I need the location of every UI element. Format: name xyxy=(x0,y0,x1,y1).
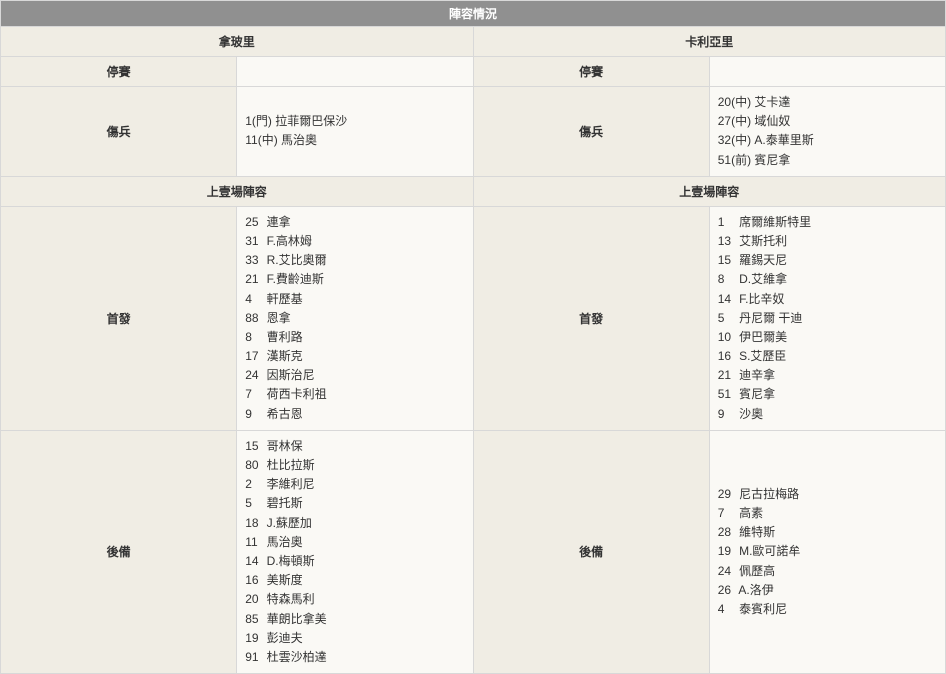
player-line: 20 特森馬利 xyxy=(245,590,464,609)
table-title: 陣容情況 xyxy=(1,1,946,27)
suspended-row: 停賽 停賽 xyxy=(1,57,946,87)
player-line: 5 丹尼爾 干迪 xyxy=(718,309,937,328)
label-starting-left: 首發 xyxy=(1,206,237,430)
player-line: 32(中) A.泰華里斯 xyxy=(718,131,937,150)
player-line: 4 軒歷基 xyxy=(245,290,464,309)
player-line: 1 席爾維斯特里 xyxy=(718,213,937,232)
player-line: 85 華朗比拿美 xyxy=(245,610,464,629)
player-line: 4 泰賓利尼 xyxy=(718,600,937,619)
label-injured-left: 傷兵 xyxy=(1,87,237,177)
last-lineup-left: 上壹場陣容 xyxy=(1,176,474,206)
player-line: 31 F.高林姆 xyxy=(245,232,464,251)
player-line: 7 高素 xyxy=(718,504,937,523)
player-line: 5 碧托斯 xyxy=(245,494,464,513)
player-line: 24 佩歷高 xyxy=(718,562,937,581)
last-lineup-right: 上壹場陣容 xyxy=(473,176,946,206)
label-subs-right: 後備 xyxy=(473,430,709,673)
player-line: 11 馬治奧 xyxy=(245,533,464,552)
player-line: 25 連拿 xyxy=(245,213,464,232)
player-line: 1(門) 拉菲爾巴保沙 xyxy=(245,112,464,131)
starting-left: 25 連拿31 F.高林姆33 R.艾比奧爾21 F.費齡迪斯4 軒歷基88 恩… xyxy=(237,206,473,430)
player-line: 7 荷西卡利祖 xyxy=(245,385,464,404)
lineup-table: 陣容情況 拿玻里 卡利亞里 停賽 停賽 傷兵 1(門) 拉菲爾巴保沙11(中) … xyxy=(0,0,946,674)
player-line: 80 杜比拉斯 xyxy=(245,456,464,475)
player-line: 91 杜雲沙柏達 xyxy=(245,648,464,667)
player-line: 14 F.比辛奴 xyxy=(718,290,937,309)
player-line: 33 R.艾比奧爾 xyxy=(245,251,464,270)
label-starting-right: 首發 xyxy=(473,206,709,430)
label-suspended-right: 停賽 xyxy=(473,57,709,87)
subs-right: 29 尼古拉梅路7 高素28 維特斯19 M.歐可諾牟24 佩歷高26 A.洛伊… xyxy=(709,430,945,673)
player-line: 21 F.費齡迪斯 xyxy=(245,270,464,289)
player-line: 13 艾斯托利 xyxy=(718,232,937,251)
team-right-name: 卡利亞里 xyxy=(473,27,946,57)
player-line: 26 A.洛伊 xyxy=(718,581,937,600)
team-left-name: 拿玻里 xyxy=(1,27,474,57)
starting-right: 1 席爾維斯特里13 艾斯托利15 羅錫天尼8 D.艾維拿14 F.比辛奴5 丹… xyxy=(709,206,945,430)
player-line: 20(中) 艾卡達 xyxy=(718,93,937,112)
label-suspended-left: 停賽 xyxy=(1,57,237,87)
player-line: 19 M.歐可諾牟 xyxy=(718,542,937,561)
player-line: 19 彭迪夫 xyxy=(245,629,464,648)
starting-row: 首發 25 連拿31 F.高林姆33 R.艾比奧爾21 F.費齡迪斯4 軒歷基8… xyxy=(1,206,946,430)
title-row: 陣容情況 xyxy=(1,1,946,27)
player-line: 2 李維利尼 xyxy=(245,475,464,494)
player-line: 9 沙奧 xyxy=(718,405,937,424)
label-injured-right: 傷兵 xyxy=(473,87,709,177)
player-line: 9 希古恩 xyxy=(245,405,464,424)
player-line: 29 尼古拉梅路 xyxy=(718,485,937,504)
player-line: 27(中) 域仙奴 xyxy=(718,112,937,131)
teams-row: 拿玻里 卡利亞里 xyxy=(1,27,946,57)
injured-row: 傷兵 1(門) 拉菲爾巴保沙11(中) 馬治奧 傷兵 20(中) 艾卡達27(中… xyxy=(1,87,946,177)
player-line: 15 哥林保 xyxy=(245,437,464,456)
last-lineup-row: 上壹場陣容 上壹場陣容 xyxy=(1,176,946,206)
subs-left: 15 哥林保80 杜比拉斯2 李維利尼5 碧托斯18 J.蘇歷加11 馬治奧14… xyxy=(237,430,473,673)
player-line: 51 賓尼拿 xyxy=(718,385,937,404)
player-line: 16 美斯度 xyxy=(245,571,464,590)
player-line: 15 羅錫天尼 xyxy=(718,251,937,270)
injured-left: 1(門) 拉菲爾巴保沙11(中) 馬治奧 xyxy=(237,87,473,177)
label-subs-left: 後備 xyxy=(1,430,237,673)
player-line: 14 D.梅頓斯 xyxy=(245,552,464,571)
player-line: 8 D.艾維拿 xyxy=(718,270,937,289)
player-line: 88 恩拿 xyxy=(245,309,464,328)
player-line: 51(前) 賓尼拿 xyxy=(718,151,937,170)
subs-row: 後備 15 哥林保80 杜比拉斯2 李維利尼5 碧托斯18 J.蘇歷加11 馬治… xyxy=(1,430,946,673)
player-line: 24 因斯治尼 xyxy=(245,366,464,385)
suspended-left xyxy=(237,57,473,87)
player-line: 28 維特斯 xyxy=(718,523,937,542)
player-line: 8 曹利路 xyxy=(245,328,464,347)
player-line: 11(中) 馬治奧 xyxy=(245,131,464,150)
player-line: 21 迪辛拿 xyxy=(718,366,937,385)
player-line: 16 S.艾歷臣 xyxy=(718,347,937,366)
player-line: 17 漢斯克 xyxy=(245,347,464,366)
suspended-right xyxy=(709,57,945,87)
player-line: 18 J.蘇歷加 xyxy=(245,514,464,533)
injured-right: 20(中) 艾卡達27(中) 域仙奴32(中) A.泰華里斯51(前) 賓尼拿 xyxy=(709,87,945,177)
player-line: 10 伊巴爾美 xyxy=(718,328,937,347)
